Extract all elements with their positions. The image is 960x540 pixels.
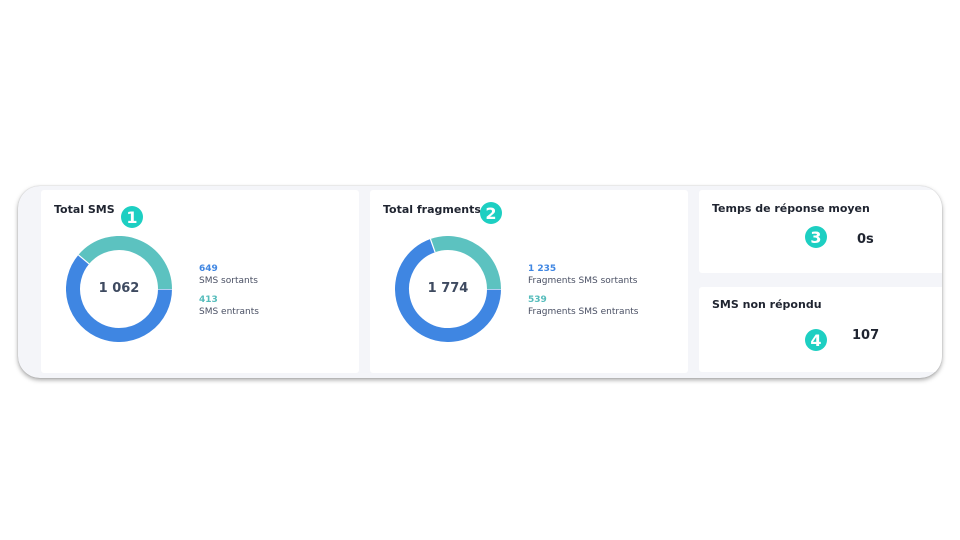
donut-total: 1 062 (98, 281, 140, 296)
incoming-count: 413 (199, 295, 218, 305)
outgoing-label: SMS sortants (199, 276, 258, 286)
total-fragments-donut: 1 774 (395, 236, 501, 342)
stats-panel: Total SMS 1 1 062 649 SMS sortants 413 S… (18, 186, 942, 378)
incoming-label: SMS entrants (199, 307, 259, 317)
card-title: Total SMS (54, 203, 115, 216)
donut-legend: 1 235 Fragments SMS sortants 539 Fragmen… (528, 263, 639, 318)
avg-response-value: 0s (857, 232, 874, 247)
step-badge: 2 (480, 202, 502, 224)
unanswered-card: SMS non répondu 4 107 (699, 287, 942, 372)
card-title: Temps de réponse moyen (712, 202, 870, 215)
step-badge: 3 (805, 226, 827, 248)
total-sms-donut: 1 062 (66, 236, 172, 342)
unanswered-value: 107 (852, 328, 880, 343)
incoming-label: Fragments SMS entrants (528, 307, 639, 317)
outgoing-count: 649 (199, 264, 218, 274)
incoming-count: 539 (528, 295, 547, 305)
donut-total: 1 774 (427, 281, 469, 296)
card-title: Total fragments (383, 203, 481, 216)
outgoing-label: Fragments SMS sortants (528, 276, 638, 286)
outgoing-count: 1 235 (528, 264, 557, 274)
step-badge: 4 (805, 329, 827, 351)
donut-legend: 649 SMS sortants 413 SMS entrants (199, 263, 259, 318)
total-fragments-card: Total fragments 2 1 774 1 235 Fragments … (370, 190, 688, 373)
avg-response-card: Temps de réponse moyen 3 0s (699, 190, 942, 273)
card-title: SMS non répondu (712, 298, 822, 311)
step-badge: 1 (121, 206, 143, 228)
total-sms-card: Total SMS 1 1 062 649 SMS sortants 413 S… (41, 190, 359, 373)
donut-slice-sms-sortants (66, 254, 172, 342)
